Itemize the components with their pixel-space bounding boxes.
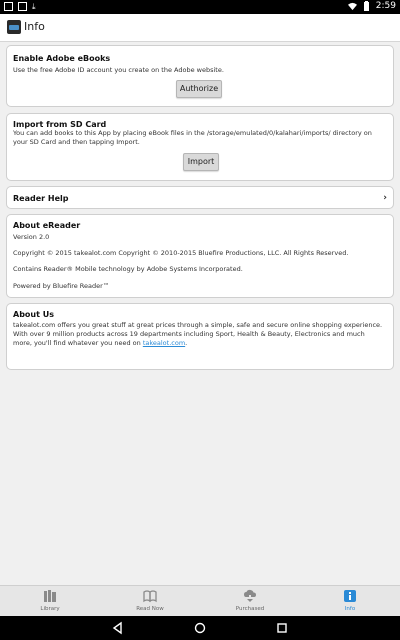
about-us-title: About Us	[13, 310, 54, 319]
app-bar: Info	[0, 14, 400, 42]
tab-read-now-label: Read Now	[136, 606, 164, 612]
tab-library[interactable]: Library	[0, 586, 100, 616]
tab-info[interactable]: Info	[300, 586, 400, 616]
back-icon[interactable]	[111, 621, 125, 635]
adobe-ebooks-card: Enable Adobe eBooks Use the free Adobe I…	[6, 45, 394, 107]
page-title: Info	[24, 20, 45, 33]
authorize-button[interactable]: Authorize	[176, 80, 222, 98]
system-nav-bar	[0, 616, 400, 640]
ereader-version: Version 2.0	[13, 233, 50, 241]
ereader-contains: Contains Reader® Mobile technology by Ad…	[13, 265, 243, 273]
about-us-period: .	[185, 339, 188, 347]
reader-help-label: Reader Help	[13, 194, 69, 203]
reader-help-row[interactable]: Reader Help ›	[6, 186, 394, 209]
chevron-right-icon: ›	[383, 193, 387, 203]
wifi-icon	[347, 2, 357, 10]
notification-icons: ⤓	[4, 2, 41, 11]
import-title: Import from SD Card	[13, 120, 107, 129]
system-icons: 2:59	[347, 1, 396, 11]
about-ereader-title: About eReader	[13, 221, 81, 230]
import-description: You can add books to this App by placing…	[13, 129, 372, 146]
bottom-tab-bar: Library Read Now Purchased Info	[0, 585, 400, 616]
about-us-card: About Us takealot.com offers you great s…	[6, 303, 394, 370]
status-bar: ⤓ 2:59	[0, 0, 400, 14]
tab-info-label: Info	[344, 606, 356, 612]
takealot-link[interactable]: takealot.com	[143, 339, 185, 347]
book-icon	[143, 590, 157, 603]
home-icon[interactable]	[193, 621, 207, 635]
tab-purchased-label: Purchased	[235, 606, 265, 612]
battery-icon	[363, 1, 369, 11]
about-us-text: takealot.com offers you great stuff at g…	[13, 321, 385, 348]
tab-read-now[interactable]: Read Now	[100, 586, 200, 616]
adobe-ebooks-title: Enable Adobe eBooks	[13, 54, 111, 63]
status-time: 2:59	[375, 1, 396, 11]
phone-notification-icon	[18, 2, 27, 11]
import-sd-card: Import from SD Card You can add books to…	[6, 113, 394, 181]
info-icon	[344, 590, 356, 602]
tab-library-label: Library	[40, 606, 60, 612]
download-notification-icon: ⤓	[32, 2, 36, 11]
adobe-ebooks-description: Use the free Adobe ID account you create…	[13, 66, 224, 74]
about-us-body: takealot.com offers you great stuff at g…	[13, 321, 383, 347]
app-logo-icon[interactable]	[7, 20, 21, 34]
ereader-copyright: Copyright © 2015 takealot.com Copyright …	[13, 249, 349, 257]
import-button[interactable]: Import	[183, 153, 219, 171]
download-icon	[244, 589, 256, 602]
library-icon	[44, 590, 56, 602]
recents-icon[interactable]	[275, 621, 289, 635]
tab-purchased[interactable]: Purchased	[200, 586, 300, 616]
ereader-powered-by: Powered by Bluefire Reader™	[13, 282, 110, 290]
about-ereader-card: About eReader Version 2.0 Copyright © 20…	[6, 214, 394, 298]
image-notification-icon	[4, 2, 13, 11]
